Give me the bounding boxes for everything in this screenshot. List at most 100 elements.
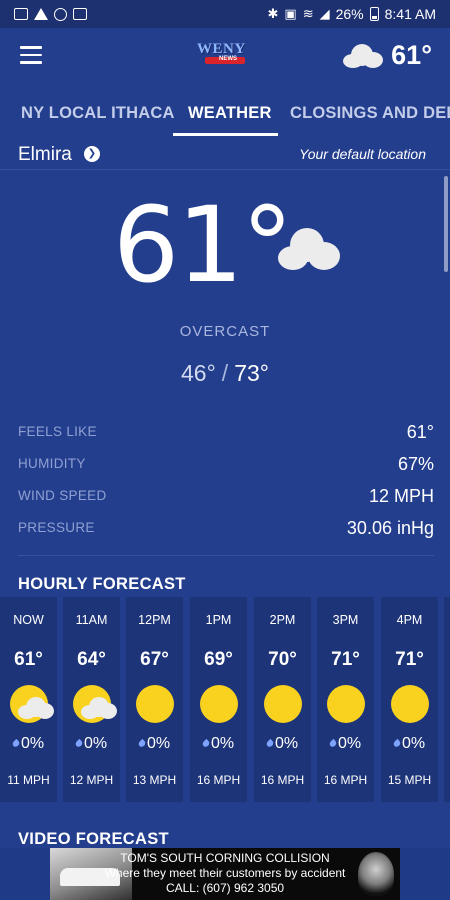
high-low: 46°/73° [0,360,450,387]
hour-temp: 64° [77,649,106,670]
partly-sunny-icon [10,685,54,723]
detail-value: 30.06 inHg [346,518,434,538]
hourly-card[interactable]: 2PM 70° 0% 16 MPH [254,597,311,802]
gallery-notification-icon [14,8,28,20]
battery-percent: 26% [335,6,364,22]
blocked-notification-icon [54,7,67,21]
hourly-card[interactable]: 1PM 69° 0% 16 MPH [190,597,247,802]
hour-temp: 71° [395,649,424,670]
signal-icon: ◢ [319,6,330,21]
hour-temp: 67° [140,649,169,670]
raindrop-icon [392,738,402,749]
logo-sub: NEWS [219,56,237,62]
detail-label: FEELS LIKE [18,424,97,439]
station-logo: WENY NEWS [197,42,249,70]
raindrop-icon [74,738,84,749]
hour-label: 12PM [138,613,171,627]
hourly-forecast-list[interactable]: NOW 61° 0% 11 MPH 11AM 64° 0% 12 MPH 12P [0,597,450,804]
detail-label: PRESSURE [18,520,95,535]
hour-label: 3PM [332,613,359,627]
hour-wind: 16 MPH [196,773,241,787]
cloud-icon [343,43,384,68]
hour-wind: 16 MPH [323,773,368,787]
active-tab-indicator [173,133,278,136]
hourly-card[interactable]: 4PM 71° 0% 15 MPH [381,597,438,802]
nfc-icon: ▣ [284,6,297,21]
alert-notification-icon [34,8,48,20]
status-right-icons: ✱ ▣ ≋ ◢ 26% 8:41 AM [267,6,436,22]
app-bar: WENY NEWS 61° [0,28,450,84]
precip-chance: 0% [381,735,438,753]
ad-text: TOM'S SOUTH CORNING COLLISION Where they… [50,851,400,896]
detail-value: 12 MPH [368,486,434,506]
section-tabs: NY LOCAL ITHACA WEATHER CLOSINGS AND DEL… [0,90,450,138]
hour-label: 4PM [396,613,423,627]
header-temp: 61° [391,40,432,70]
scrollbar[interactable] [444,176,448,272]
raindrop-icon [201,738,211,749]
hourly-card[interactable]: NOW 61° 0% 11 MPH [0,597,57,802]
tab-ny-local-ithaca[interactable]: NY LOCAL ITHACA [21,104,175,123]
hour-label: NOW [13,613,44,627]
precip-chance: 0% [126,735,183,753]
hour-wind: 13 MPH [132,773,177,787]
partly-sunny-icon [73,685,117,723]
raindrop-icon [137,738,147,749]
hour-temp: 70° [268,649,297,670]
current-temp: 61° [113,184,293,306]
status-left-icons [14,7,87,21]
high-temp: 73° [234,360,269,386]
tab-weather[interactable]: WEATHER [188,104,272,123]
hour-temp: 61° [14,649,43,670]
detail-row-humidity: HUMIDITY 67% [18,452,434,484]
hourly-card[interactable]: 12PM 67° 0% 13 MPH [126,597,183,802]
status-time: 8:41 AM [384,6,436,22]
sun-icon [200,685,238,723]
hilo-separator: / [221,360,229,386]
hour-temp: 71° [331,649,360,670]
hourly-forecast-title: HOURLY FORECAST [18,575,186,593]
raindrop-icon [328,738,338,749]
hour-temp: 69° [204,649,233,670]
ad-line-3: CALL: (607) 962 3050 [165,881,285,895]
weather-details: FEELS LIKE 61° HUMIDITY 67% WIND SPEED 1… [18,420,434,548]
hourly-card-partial[interactable] [444,597,450,802]
hour-wind: 12 MPH [69,773,114,787]
sun-icon [264,685,302,723]
detail-value: 61° [406,422,434,442]
default-location-label: Your default location [299,146,426,162]
bluetooth-icon: ✱ [267,6,279,21]
detail-label: WIND SPEED [18,488,107,503]
location-name[interactable]: Elmira [18,144,72,166]
ad-creative[interactable]: TOM'S SOUTH CORNING COLLISION Where they… [50,848,400,900]
hour-label: 1PM [205,613,232,627]
hour-label: 2PM [269,613,296,627]
detail-row-pressure: PRESSURE 30.06 inHg [18,516,434,548]
detail-label: HUMIDITY [18,456,86,471]
header-current-weather[interactable]: 61° [343,40,432,71]
hourly-card[interactable]: 11AM 64° 0% 12 MPH [63,597,120,802]
detail-row-wind-speed: WIND SPEED 12 MPH [18,484,434,516]
cloud-icon [278,228,340,270]
precip-chance: 0% [254,735,311,753]
precip-chance: 0% [190,735,247,753]
battery-icon [369,7,379,21]
tab-closings-and-delays[interactable]: CLOSINGS AND DELAYS [290,104,450,123]
status-bar: ✱ ▣ ≋ ◢ 26% 8:41 AM [0,0,450,28]
chevron-right-icon[interactable]: ❯ [84,146,100,162]
ad-banner[interactable]: TOM'S SOUTH CORNING COLLISION Where they… [0,848,450,900]
hour-label: 11AM [75,613,108,627]
hourly-card[interactable]: 3PM 71° 0% 16 MPH [317,597,374,802]
condition-text: OVERCAST [179,323,271,340]
app-notification-icon [73,8,87,20]
sun-icon [391,685,429,723]
hamburger-menu-icon[interactable] [20,46,42,64]
divider [18,555,434,556]
sun-icon [136,685,174,723]
location-row: Elmira ❯ Your default location [0,140,450,170]
ad-line-2: Where they meet their customers by accid… [104,866,346,880]
video-forecast-title: VIDEO FORECAST [18,830,169,848]
low-temp: 46° [181,360,216,386]
raindrop-icon [265,738,275,749]
precip-chance: 0% [317,735,374,753]
